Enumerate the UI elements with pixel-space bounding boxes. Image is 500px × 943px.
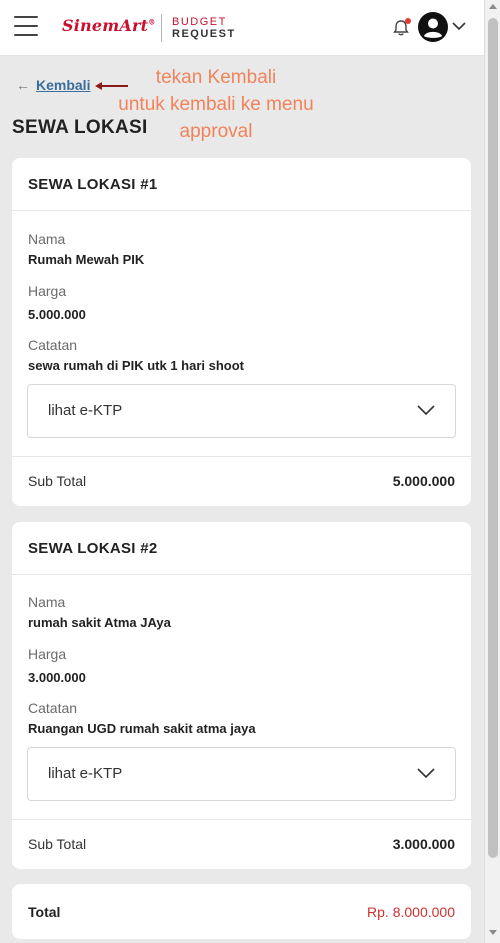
back-link-label[interactable]: Kembali <box>36 77 90 93</box>
back-link[interactable]: ← Kembali <box>16 77 90 93</box>
scroll-thumb[interactable] <box>488 18 498 858</box>
total-value: Rp. 8.000.000 <box>367 904 455 920</box>
subtotal-label: Sub Total <box>28 473 87 489</box>
notification-dot <box>405 18 411 24</box>
card-footer: Sub Total 5.000.000 <box>12 456 471 506</box>
scrollbar[interactable] <box>484 0 500 943</box>
card-title: SEWA LOKASI #1 <box>12 158 471 211</box>
chevron-down-icon <box>417 405 435 416</box>
name-value: rumah sakit Atma JAya <box>28 615 171 630</box>
annotation-line2: untuk kembali ke menu <box>118 94 314 115</box>
dropdown-label: lihat e-KTP <box>48 402 123 419</box>
total-label: Total <box>28 904 61 920</box>
subtotal-value: 3.000.000 <box>392 836 455 852</box>
note-value: sewa rumah di PIK utk 1 hari shoot <box>28 358 244 373</box>
location-card: SEWA LOKASI #1 Nama Rumah Mewah PIK Harg… <box>12 158 471 506</box>
chevron-down-icon[interactable] <box>451 20 467 32</box>
user-avatar-icon[interactable] <box>418 12 448 42</box>
total-card: Total Rp. 8.000.000 <box>12 884 471 939</box>
arrow-left-icon: ← <box>16 77 30 93</box>
name-label: Nama <box>28 231 66 247</box>
card-footer: Sub Total 3.000.000 <box>12 819 471 869</box>
logo-divider <box>161 14 162 42</box>
menu-icon[interactable] <box>14 16 38 38</box>
scroll-down-arrow-icon[interactable] <box>489 930 497 935</box>
subtotal-label: Sub Total <box>28 836 87 852</box>
name-label: Nama <box>28 594 66 610</box>
subtotal-value: 5.000.000 <box>392 473 455 489</box>
brand-logo: SinemArt® <box>62 16 156 35</box>
card-title: SEWA LOKASI #2 <box>12 522 471 575</box>
note-label: Catatan <box>28 700 78 716</box>
name-value: Rumah Mewah PIK <box>28 252 145 267</box>
note-value: Ruangan UGD rumah sakit atma jaya <box>28 721 256 736</box>
dropdown-label: lihat e-KTP <box>48 765 123 782</box>
ektp-dropdown[interactable]: lihat e-KTP <box>27 384 456 438</box>
chevron-down-icon <box>417 768 435 779</box>
annotation-line1: tekan Kembali <box>155 67 277 88</box>
scroll-up-arrow-icon[interactable] <box>489 4 497 9</box>
price-label: Harga <box>28 646 67 662</box>
ektp-dropdown[interactable]: lihat e-KTP <box>27 747 456 801</box>
top-header: SinemArt® BUDGET REQUEST <box>0 0 484 56</box>
price-value: 5.000.000 <box>28 307 86 322</box>
app-name-line1: BUDGET <box>172 16 227 28</box>
app-name-line2: REQUEST <box>172 28 236 40</box>
app-name: BUDGET REQUEST <box>172 16 236 40</box>
price-value: 3.000.000 <box>28 670 86 685</box>
note-label: Catatan <box>28 337 78 353</box>
location-card: SEWA LOKASI #2 Nama rumah sakit Atma JAy… <box>12 522 471 869</box>
page-title: SEWA LOKASI <box>12 117 148 138</box>
price-label: Harga <box>28 283 67 299</box>
